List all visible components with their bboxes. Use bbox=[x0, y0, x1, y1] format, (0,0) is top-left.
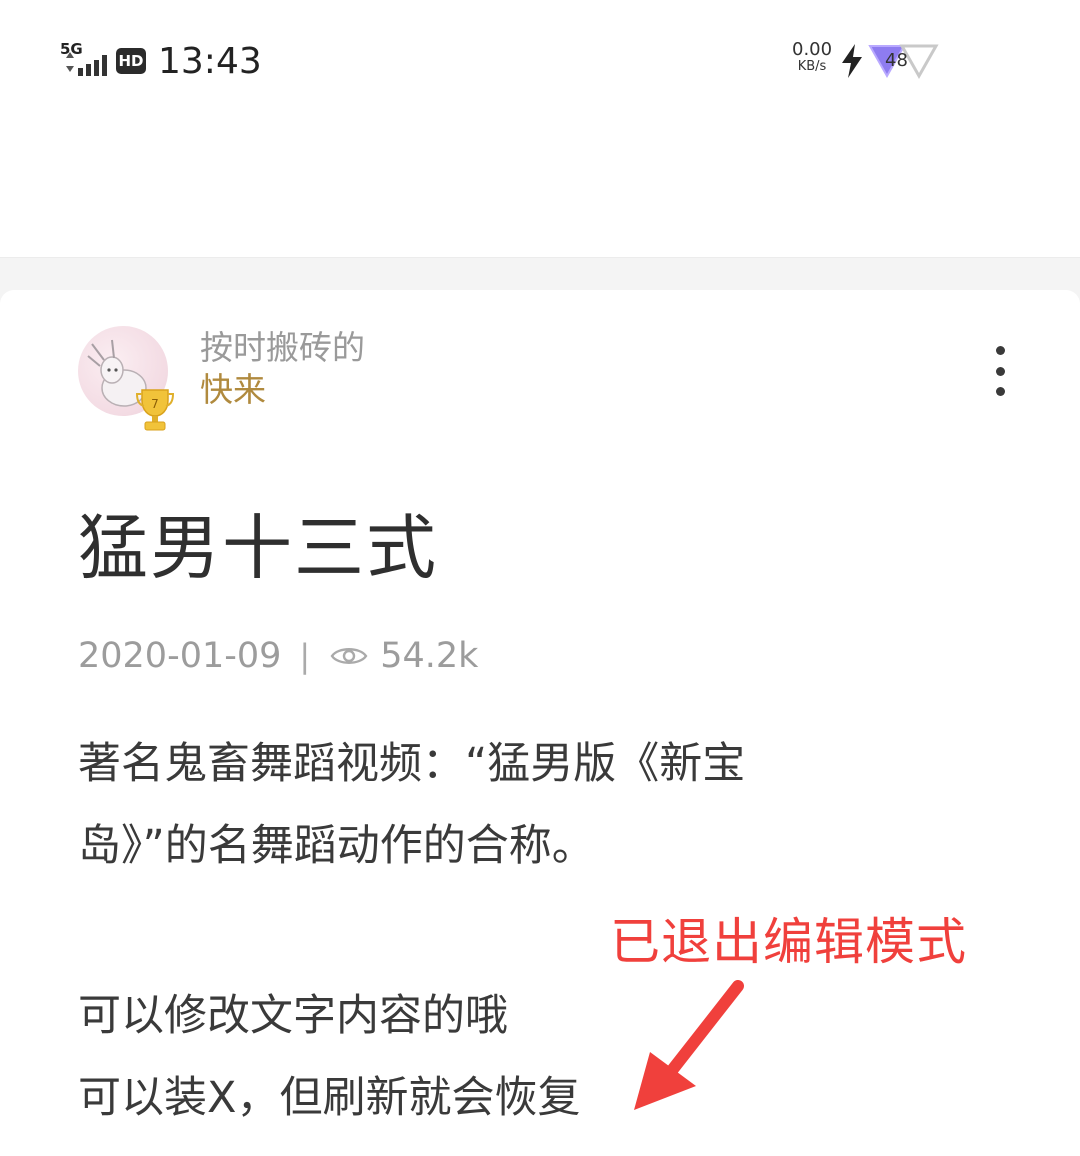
signal-strength-icon bbox=[66, 52, 107, 76]
paragraph-1-line-1: 著名鬼畜舞蹈视频：“猛男版《新宝 bbox=[78, 739, 746, 789]
red-arrow-icon bbox=[634, 980, 744, 1110]
more-dot-icon bbox=[995, 346, 1005, 355]
post-meta: 2020-01-09 | 54.2k bbox=[78, 634, 478, 678]
charging-bolt-icon bbox=[842, 44, 862, 78]
author-subtitle: 快来 bbox=[200, 370, 266, 409]
top-header-area: 5G HD 13:43 0.00 KB/s 48 bbox=[0, 0, 1080, 258]
paragraph-2-line-2: 可以装X，但刷新就会恢复 bbox=[78, 1073, 581, 1123]
annotation-label: 已退出编辑模式 bbox=[610, 913, 967, 971]
status-bar: 5G HD 13:43 0.00 KB/s 48 bbox=[0, 30, 1080, 94]
more-dot-icon bbox=[995, 387, 1005, 396]
post-title: 猛男十三式 bbox=[78, 507, 438, 589]
meta-separator: | bbox=[299, 637, 311, 675]
trophy-level-icon: 7 bbox=[136, 389, 174, 431]
post-date: 2020-01-09 bbox=[78, 636, 282, 676]
network-speed-unit: KB/s bbox=[797, 59, 827, 74]
battery-level: 48 bbox=[885, 50, 908, 71]
status-clock: 13:43 bbox=[158, 41, 262, 82]
post-card: 7 按时搬砖的 快来 猛男十三式 2020-01-09 | 54.2k 著名鬼畜… bbox=[0, 290, 1080, 1156]
paragraph-2-line-1: 可以修改文字内容的哦 bbox=[78, 991, 508, 1041]
more-dot-icon bbox=[995, 366, 1005, 376]
hd-voice-badge: HD bbox=[116, 48, 146, 74]
more-options-button[interactable] bbox=[982, 346, 1018, 396]
network-speed-value: 0.00 bbox=[792, 39, 833, 60]
eye-icon bbox=[330, 648, 368, 664]
author-name[interactable]: 按时搬砖的 bbox=[200, 328, 365, 368]
paragraph-1-line-2: 岛》”的名舞蹈动作的合称。 bbox=[78, 821, 595, 871]
view-count: 54.2k bbox=[380, 636, 479, 676]
svg-text:7: 7 bbox=[151, 397, 159, 411]
network-speed: 0.00 KB/s bbox=[792, 39, 833, 75]
